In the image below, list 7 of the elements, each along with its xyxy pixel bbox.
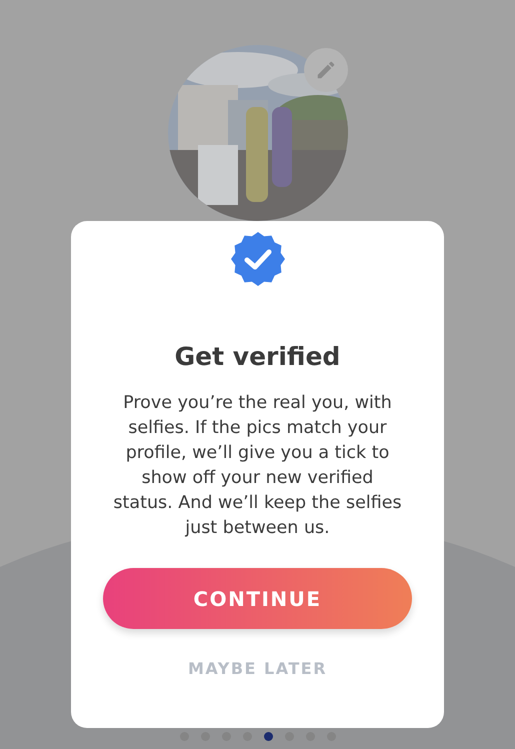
dialog-message: Prove you’re the real you, with selfies. If the pics match your profile, we’ll give you a tick to show off your new verified status. And we’ll keep the selfies just between us. bbox=[112, 392, 403, 540]
dialog-title: Get verified bbox=[174, 342, 340, 371]
edit-button[interactable] bbox=[304, 48, 348, 92]
continue-button[interactable]: CONTINUE bbox=[103, 568, 412, 629]
verified-badge-icon bbox=[230, 232, 284, 286]
page-dot[interactable] bbox=[264, 732, 272, 741]
maybe-later-button[interactable]: MAYBE LATER bbox=[184, 657, 332, 680]
